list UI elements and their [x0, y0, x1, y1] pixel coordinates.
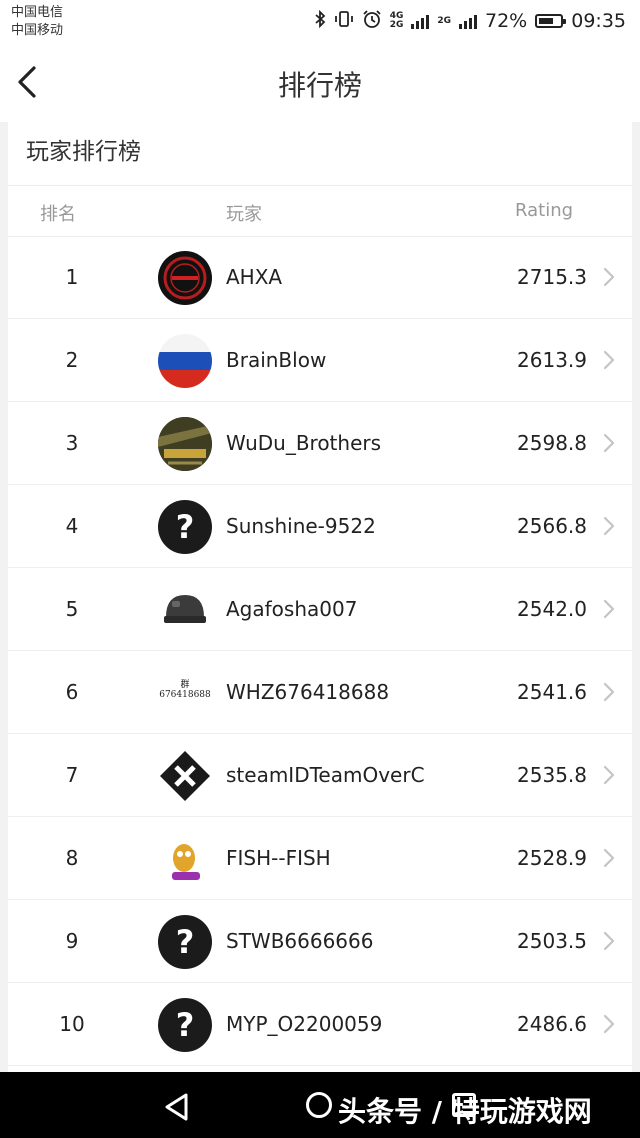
question-mark-avatar: ? — [158, 915, 212, 969]
leaderboard-row[interactable]: 7 steamIDTeamOverC 2535.8 — [8, 734, 632, 817]
chevron-right-icon — [603, 765, 615, 785]
cartoon-avatar — [158, 832, 212, 886]
battery-percent: 72% — [485, 10, 528, 32]
leaderboard-row[interactable]: 9? STWB6666666 2503.5 — [8, 900, 632, 983]
helmet-avatar — [158, 583, 212, 637]
vibrate-icon — [334, 10, 354, 33]
column-header-rating: Rating — [515, 200, 574, 221]
player-rating: 2715.3 — [517, 265, 587, 289]
leaderboard-row[interactable]: 1 AHXA 2715.3 — [8, 236, 632, 319]
carrier-1: 中国电信 — [11, 5, 64, 20]
carrier-2: 中国移动 — [11, 23, 64, 38]
clock: 09:35 — [571, 10, 626, 32]
leaderboard-card: 玩家排行榜 排名 玩家 Rating 1 AHXA 2715.3 2 BrainBlow… — [8, 122, 632, 1072]
signal-1-icon — [411, 13, 430, 29]
player-rating: 2528.9 — [517, 846, 587, 870]
table-header: 排名 玩家 Rating — [8, 186, 632, 236]
system-back-button[interactable] — [160, 1090, 194, 1124]
rank-number: 2 — [65, 348, 79, 372]
player-name: WHZ676418688 — [226, 680, 390, 704]
player-name: steamIDTeamOverC — [226, 763, 425, 787]
leaderboard-row[interactable]: 10? MYP_O2200059 2486.6 — [8, 983, 632, 1066]
rank-number: 3 — [65, 431, 79, 455]
network-type-1: 4G 2G — [389, 11, 404, 30]
avatar-text-2: 676418688 — [159, 690, 211, 700]
system-home-button[interactable] — [306, 1092, 332, 1118]
player-rating: 2566.8 — [517, 514, 587, 538]
chevron-right-icon — [603, 931, 615, 951]
player-name: Agafosha007 — [226, 597, 358, 621]
nav-bar: 排行榜 — [0, 44, 640, 122]
rank-number: 4 — [65, 514, 79, 538]
player-name: AHXA — [226, 265, 283, 289]
player-rating: 2598.8 — [517, 431, 587, 455]
chevron-right-icon — [603, 682, 615, 702]
leaderboard-row[interactable]: 3 WuDu_Brothers 2598.8 — [8, 402, 632, 485]
avatar-text-1: 群 — [180, 680, 190, 690]
battlegrounds-avatar — [158, 417, 212, 471]
row-divider — [8, 1065, 632, 1066]
rank-number: 5 — [65, 597, 79, 621]
red-logo-avatar — [158, 251, 212, 305]
player-rating: 2542.0 — [517, 597, 587, 621]
network-type-2: 2G — [437, 15, 451, 26]
watermark: 头条号 / 特玩游戏网 — [338, 1095, 592, 1128]
leaderboard-row[interactable]: 4? Sunshine-9522 2566.8 — [8, 485, 632, 568]
chevron-right-icon — [603, 433, 615, 453]
column-header-rank: 排名 — [40, 204, 76, 225]
question-mark-avatar: ? — [158, 998, 212, 1052]
player-name: BrainBlow — [226, 348, 327, 372]
leaderboard-row[interactable]: 2 BrainBlow 2613.9 — [8, 319, 632, 402]
chevron-right-icon — [603, 350, 615, 370]
team-logo-avatar — [158, 749, 212, 803]
chevron-right-icon — [603, 267, 615, 287]
status-icons: 4G 2G 2G 72% 09:35 — [314, 6, 626, 36]
player-name: WuDu_Brothers — [226, 431, 382, 455]
player-rating: 2613.9 — [517, 348, 587, 372]
russian-flag-avatar — [158, 334, 212, 388]
rank-number: 8 — [65, 846, 79, 870]
chevron-right-icon — [603, 599, 615, 619]
rank-number: 10 — [59, 1012, 85, 1036]
question-mark-avatar: ? — [158, 500, 212, 554]
chevron-right-icon — [603, 1014, 615, 1034]
player-name: MYP_O2200059 — [226, 1012, 383, 1036]
signal-2-icon — [459, 13, 477, 29]
text-avatar: 群 676418688 — [158, 666, 212, 720]
rank-number: 9 — [65, 929, 79, 953]
player-rating: 2541.6 — [517, 680, 587, 704]
card-title: 玩家排行榜 — [26, 139, 141, 165]
player-rating: 2503.5 — [517, 929, 587, 953]
chevron-right-icon — [603, 516, 615, 536]
leaderboard-row[interactable]: 5 Agafosha007 2542.0 — [8, 568, 632, 651]
carrier-info: 中国电信 中国移动 — [11, 4, 63, 40]
chevron-right-icon — [603, 848, 615, 868]
rank-number: 7 — [65, 763, 79, 787]
player-rating: 2535.8 — [517, 763, 587, 787]
player-rating: 2486.6 — [517, 1012, 587, 1036]
status-bar: 中国电信 中国移动 4G 2G 2G 72% 09:35 — [0, 0, 640, 44]
system-nav-bar: 头条号 / 特玩游戏网 — [0, 1072, 640, 1138]
alarm-icon — [362, 9, 382, 34]
battery-icon — [535, 14, 567, 28]
page-title: 排行榜 — [277, 69, 362, 102]
player-name: FISH--FISH — [226, 846, 331, 870]
bluetooth-icon — [314, 9, 326, 33]
column-header-player: 玩家 — [226, 204, 262, 225]
rank-number: 6 — [65, 680, 79, 704]
player-name: Sunshine-9522 — [226, 514, 376, 538]
triangle-back-icon — [165, 1093, 188, 1121]
player-name: STWB6666666 — [226, 929, 374, 953]
rank-number: 1 — [65, 265, 79, 289]
leaderboard-row[interactable]: 8 FISH--FISH 2528.9 — [8, 817, 632, 900]
leaderboard-row[interactable]: 6 群 676418688 WHZ676418688 2541.6 — [8, 651, 632, 734]
